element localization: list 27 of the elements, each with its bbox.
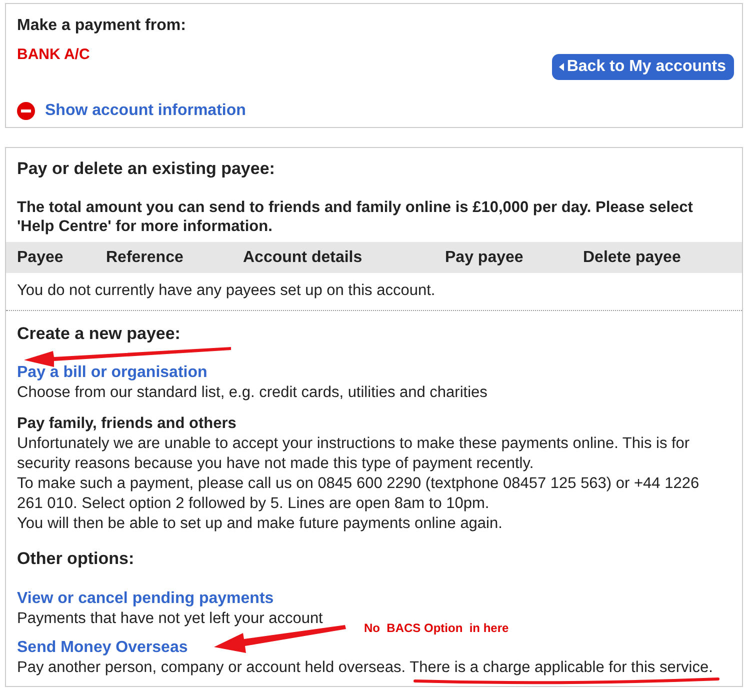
column-header: Payee [17,248,64,268]
column-header: Pay payee [445,248,524,268]
option-description: To make such a payment, please call us on 0845 600 2290 (textphone 08457 125 563) or +44 1226 261 010. Select option 2 followed by 5. Lines are open 8am to 10pm. [17,474,700,514]
back-button[interactable]: Back to My accounts [552,54,734,80]
option-description: Pay another person, company or account held overseas. There is a charge applicable for this service. [17,658,713,678]
column-header: Delete payee [583,248,681,268]
column-header: Account details [243,248,362,268]
option-heading: Pay family, friends and others [17,414,236,434]
annotation-note: No BACS Option in here [364,620,509,637]
show-info-link[interactable]: Show account information [45,101,246,121]
option-description: Payments that have not yet left your account [17,609,323,629]
notice-text: The total amount you can send to friends and family online is £10,000 per day. Please select 'Help Centre' for more information. [17,198,694,236]
panel-heading: Make a payment from: [17,16,186,36]
option-link[interactable]: Send Money Overseas [17,638,188,658]
minus-circle-icon [17,102,35,120]
option-link[interactable]: Pay a bill or organisation [17,363,208,383]
column-header: Reference [106,248,184,268]
section-heading: Create a new payee: [17,323,180,345]
panel-heading: Pay or delete an existing payee: [17,158,275,180]
option-description: Choose from our standard list, e.g. credit cards, utilities and charities [17,383,488,403]
option-description: You will then be able to set up and make future payments online again. [17,514,502,534]
account-name: BANK A/C [17,45,90,65]
section-heading: Other options: [17,548,134,570]
option-link[interactable]: View or cancel pending payments [17,589,274,609]
caret-icon [558,63,564,71]
empty-message: You do not currently have any payees set up on this account. [17,281,436,301]
option-description: Unfortunately we are unable to accept your instructions to make these payments online. This is for security reasons because you have not made this type of payment recently. [17,434,691,474]
